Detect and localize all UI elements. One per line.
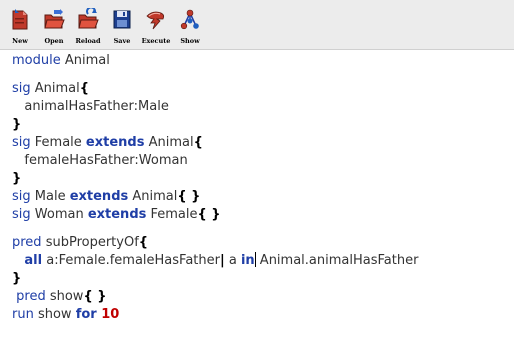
open-label: Open (44, 37, 64, 45)
keyword: extends (85, 135, 145, 150)
code-text: Animal (144, 135, 194, 150)
keyword: sig (12, 189, 31, 204)
code-text: Woman (30, 207, 88, 222)
code-text: Male (30, 189, 70, 204)
brace: { (138, 235, 149, 250)
code-line: animalHasFather:Male (12, 98, 169, 116)
keyword: for (75, 307, 97, 322)
brace: { } (83, 289, 107, 304)
code-line: sig Male extends Animal{ } (12, 188, 200, 206)
keyword: sig (12, 135, 31, 150)
new-button[interactable]: New (3, 4, 37, 48)
brace: { } (197, 207, 221, 222)
brace: { (193, 135, 203, 150)
new-file-icon (12, 9, 28, 30)
code-line: sig Woman extends Female{ } (12, 206, 221, 224)
reload-button[interactable]: Reload (71, 4, 105, 48)
code-line: sig Animal{ (12, 80, 89, 98)
brace: } (12, 271, 22, 286)
execute-label: Execute (141, 37, 171, 45)
reload-label: Reload (75, 37, 101, 45)
code-text: Female (30, 135, 86, 150)
code-text: Animal.animalHasFather (255, 253, 419, 268)
execute-lightning-icon (146, 11, 165, 30)
save-label: Save (113, 37, 131, 45)
new-label: New (12, 37, 28, 45)
code-line: all a:Female.femaleHasFather| a in Anima… (12, 252, 418, 270)
keyword: sig (12, 81, 31, 96)
keyword: pred (12, 235, 42, 250)
code-text: Animal (60, 53, 110, 68)
code-text: show (45, 289, 84, 304)
code-line: sig Female extends Animal{ (12, 134, 203, 152)
save-floppy-icon (113, 10, 131, 29)
keyword: extends (69, 189, 129, 204)
save-button[interactable]: Save (105, 4, 139, 48)
code-line: } (12, 270, 21, 288)
code-line: } (12, 116, 21, 134)
show-label: Show (180, 37, 200, 45)
keyword: module (12, 53, 61, 68)
code-text: femaleHasFather:Woman (12, 153, 188, 168)
keyword: extends (87, 207, 147, 222)
code-line: pred show{ } (12, 288, 106, 306)
brace: { (79, 81, 90, 96)
code-text: Animal (128, 189, 178, 204)
code-line: run show for 10 (12, 306, 119, 324)
code-text: subPropertyOf (41, 235, 139, 250)
keyword: all (24, 253, 43, 268)
brace: } (12, 117, 22, 132)
code-line: } (12, 170, 21, 188)
toolbar: New Open Reload Save Execute Show (0, 0, 514, 50)
code-text: Female (146, 207, 198, 222)
open-folder-icon (44, 9, 65, 29)
code-editor[interactable]: module Animal sig Animal{ animalHasFathe… (0, 50, 514, 349)
brace: { } (177, 189, 201, 204)
code-text: Animal (30, 81, 80, 96)
code-text: animalHasFather:Male (12, 99, 169, 114)
show-graph-icon (180, 9, 199, 30)
code-text: a (224, 253, 241, 268)
keyword: pred (16, 289, 46, 304)
keyword: in (240, 253, 255, 268)
show-button[interactable]: Show (173, 4, 207, 48)
number-literal: 10 (96, 307, 120, 322)
brace: } (12, 171, 22, 186)
keyword: sig (12, 207, 31, 222)
code-line: module Animal (12, 52, 110, 70)
reload-folder-icon (78, 8, 99, 29)
open-button[interactable]: Open (37, 4, 71, 48)
code-line: pred subPropertyOf{ (12, 234, 148, 252)
keyword: run (12, 307, 34, 322)
execute-button[interactable]: Execute (139, 4, 173, 48)
code-text: a:Female.femaleHasFather (42, 253, 220, 268)
code-text: show (33, 307, 76, 322)
code-line: femaleHasFather:Woman (12, 152, 188, 170)
